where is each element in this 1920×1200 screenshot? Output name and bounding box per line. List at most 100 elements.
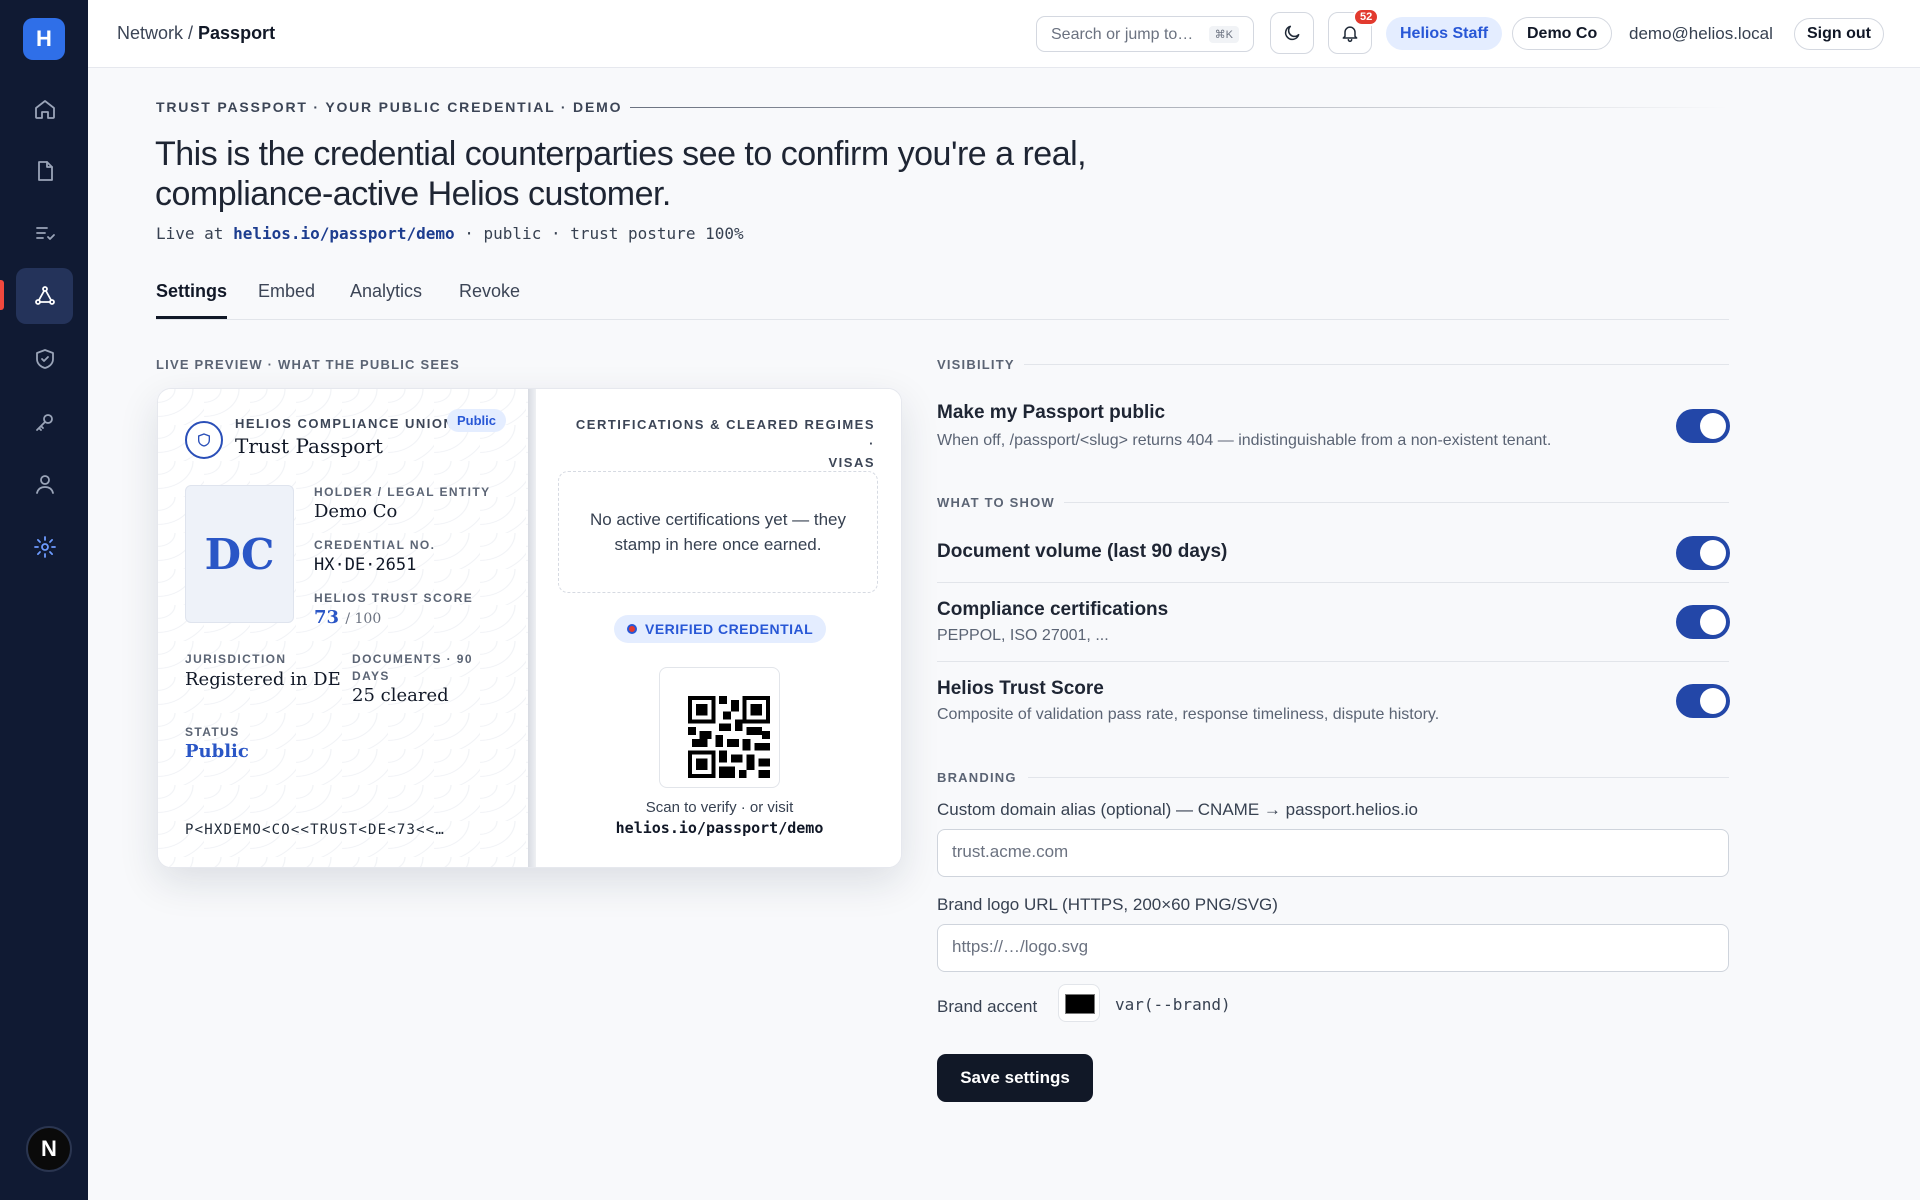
verified-dot-icon [627,624,637,634]
documents-label: DOCUMENTS · 90 [352,652,473,666]
certifications-toggle-knob [1700,609,1726,635]
eyebrow-divider [630,107,1728,108]
search-shortcut: ⌘K [1208,26,1239,43]
network-icon[interactable] [16,268,73,324]
breadcrumb-network[interactable]: Network [117,23,183,43]
certifications-heading-line-1: CERTIFICATIONS & CLEARED REGIMES · [575,417,875,451]
public-toggle-knob [1700,413,1726,439]
tab-bar: Settings Embed Analytics Revoke [156,278,1729,320]
trust-score-max: / 100 [345,611,382,627]
public-toggle[interactable] [1676,409,1730,443]
brand-accent-swatch [1065,994,1095,1014]
brand-accent-value: var(--brand) [1115,995,1231,1014]
holder-label: HOLDER / LEGAL ENTITY [314,485,491,499]
active-indicator [0,280,4,310]
trust-score-toggle-title: Helios Trust Score [937,678,1104,699]
certifications-heading-line-2: VISAS [828,455,875,470]
live-suffix: · public · trust posture 100% [454,224,744,243]
save-settings-button[interactable]: Save settings [937,1054,1093,1102]
page-title: This is the credential counterparties se… [155,135,1087,213]
checklist-icon[interactable] [16,205,73,261]
documents-label-2: DAYS [352,669,390,683]
brand-logo-input[interactable]: https://…/logo.svg [937,924,1729,972]
top-bar: Network / Passport Search or jump to… ⌘K… [88,0,1920,68]
shield-icon [185,421,223,459]
what-to-show-section-label: WHAT TO SHOW [937,495,1055,510]
user-icon[interactable] [16,456,73,512]
documents-value: 25 cleared [352,685,449,706]
public-chip: Public [447,409,507,432]
org-switcher[interactable]: Demo Co [1512,17,1613,50]
passport-preview-card: HELIOS COMPLIANCE UNION Public Trust Pas… [157,388,902,868]
certifications-toggle[interactable] [1676,605,1730,639]
verified-label: VERIFIED CREDENTIAL [645,621,814,637]
live-url-link[interactable]: helios.io/passport/demo [233,224,455,243]
staff-badge: Helios Staff [1386,17,1503,50]
tab-settings[interactable]: Settings [156,281,228,319]
brand-accent-color-picker[interactable] [1058,984,1100,1022]
passport-identity-page: HELIOS COMPLIANCE UNION Public Trust Pas… [158,389,530,867]
sidebar: H N [0,0,88,1200]
home-icon[interactable] [16,81,73,137]
verified-credential-badge: VERIFIED CREDENTIAL [614,615,827,643]
holder-value: Demo Co [314,501,398,522]
scan-url[interactable]: helios.io/passport/demo [536,819,901,837]
trust-score-toggle[interactable] [1676,684,1730,718]
scan-instructions: Scan to verify · or visit [645,799,794,816]
preview-label: LIVE PREVIEW · WHAT THE PUBLIC SEES [156,357,460,372]
certifications-toggle-title: Compliance certifications [937,599,1169,620]
search-input[interactable]: Search or jump to… ⌘K [1036,16,1254,52]
document-icon[interactable] [16,143,73,199]
status-label: STATUS [185,725,240,739]
trust-score-toggle-description: Composite of validation pass rate, respo… [937,706,1440,723]
qr-code[interactable] [659,667,780,788]
custom-domain-input[interactable]: trust.acme.com [937,829,1729,877]
branding-divider [1028,777,1729,778]
branding-section-label: BRANDING [937,770,1017,785]
live-url-line: Live at helios.io/passport/demo · public… [156,224,744,243]
tab-revoke[interactable]: Revoke [459,281,520,316]
brand-accent-label: Brand accent [937,997,1038,1016]
live-prefix: Live at [156,224,234,243]
row-divider [937,582,1729,583]
status-value: Public [185,741,249,762]
user-email: demo@helios.local [1629,24,1773,43]
notification-count-badge: 52 [1353,8,1380,26]
trust-score-value: 73 [314,607,340,628]
document-volume-title: Document volume (last 90 days) [937,541,1228,562]
public-toggle-title: Make my Passport public [937,402,1166,423]
holder-initials: DC [185,485,294,623]
moon-icon [1284,25,1300,41]
custom-domain-label: Custom domain alias (optional) — CNAME →… [937,800,1418,819]
passport-title: Trust Passport [235,434,383,458]
signout-button[interactable]: Sign out [1794,18,1884,50]
machine-readable-zone: P<HXDEMO<CO<<TRUST<DE<73<<… [185,822,445,838]
theme-toggle-button[interactable] [1270,12,1314,54]
row-divider [937,661,1729,662]
document-volume-toggle-knob [1700,540,1726,566]
user-avatar[interactable]: N [26,1126,72,1172]
what-to-show-divider [1064,502,1729,503]
visibility-divider [1024,364,1729,365]
tab-embed[interactable]: Embed [258,281,315,316]
app-logo[interactable]: H [23,18,65,60]
passport-spine [528,389,536,867]
qr-code-icon [688,696,770,778]
trust-score-label: HELIOS TRUST SCORE [314,591,474,605]
breadcrumb: Network / Passport [117,23,275,44]
jurisdiction-value: Registered in DE [185,669,341,690]
gear-icon[interactable] [16,519,73,575]
key-icon[interactable] [16,394,73,450]
certifications-heading: CERTIFICATIONS & CLEARED REGIMES · VISAS [575,415,875,472]
document-volume-toggle[interactable] [1676,536,1730,570]
shield-check-icon[interactable] [16,331,73,387]
passport-issuer: HELIOS COMPLIANCE UNION [235,416,455,431]
page-eyebrow: TRUST PASSPORT · YOUR PUBLIC CREDENTIAL … [156,99,623,115]
trust-score-toggle-knob [1700,688,1726,714]
notifications-button[interactable]: 52 [1328,8,1380,54]
public-toggle-description: When off, /passport/<slug> returns 404 —… [937,432,1552,449]
breadcrumb-separator: / [183,23,199,43]
credential-value: HX·DE·2651 [314,555,417,575]
tab-analytics[interactable]: Analytics [350,281,422,316]
trust-score-value-line: 73 / 100 [314,607,381,628]
